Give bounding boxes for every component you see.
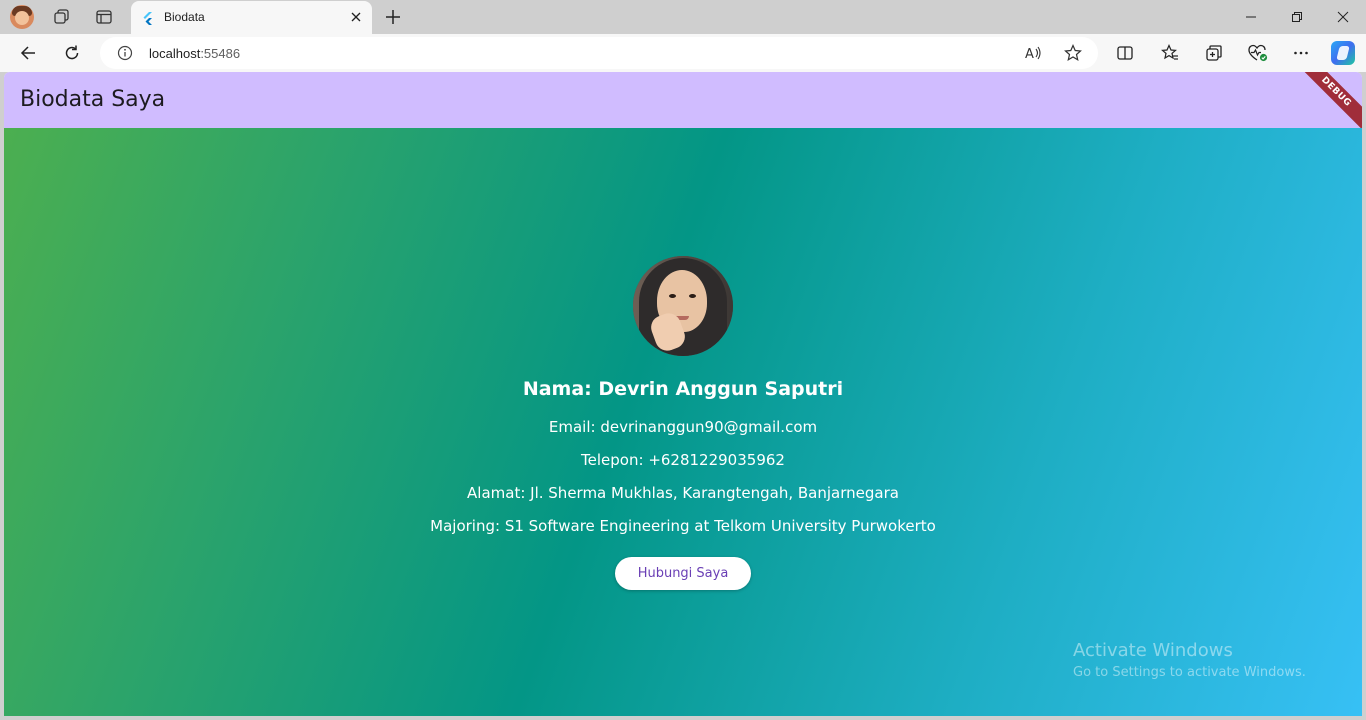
- url-host: localhost: [149, 46, 201, 61]
- flutter-favicon-icon: [143, 12, 152, 25]
- app-title: Biodata Saya: [20, 87, 166, 112]
- browser-essentials-icon[interactable]: [1247, 42, 1269, 64]
- gradient-body: Nama: Devrin Anggun Saputri Email: devri…: [4, 128, 1362, 716]
- watermark-subtitle: Go to Settings to activate Windows.: [1073, 665, 1306, 680]
- contact-button[interactable]: Hubungi Saya: [615, 557, 751, 590]
- app-bar: Biodata Saya DEBUG: [4, 72, 1362, 141]
- favorite-star-icon[interactable]: [1063, 43, 1083, 63]
- windows-activation-watermark: Activate Windows Go to Settings to activ…: [1073, 640, 1306, 680]
- photo-left-eye: [669, 294, 676, 298]
- close-tab-icon[interactable]: [348, 9, 364, 25]
- close-window-icon[interactable]: [1320, 0, 1366, 34]
- browser-toolbar: localhost:55486 A: [0, 34, 1366, 72]
- watermark-title: Activate Windows: [1073, 640, 1233, 661]
- workspaces-icon[interactable]: [50, 6, 74, 28]
- svg-text:A: A: [1025, 47, 1034, 62]
- address-bar[interactable]: localhost:55486 A: [100, 37, 1098, 69]
- tab-title: Biodata: [164, 10, 205, 24]
- vertical-tabs-icon[interactable]: [92, 6, 116, 28]
- tab-strip: Biodata: [0, 0, 1366, 34]
- split-screen-icon[interactable]: [1114, 42, 1136, 64]
- profile-address: Alamat: Jl. Sherma Mukhlas, Karangtengah…: [467, 484, 899, 502]
- profile-phone: Telepon: +6281229035962: [581, 451, 785, 469]
- refresh-icon[interactable]: [61, 42, 83, 64]
- new-tab-icon[interactable]: [382, 6, 404, 28]
- favorites-icon[interactable]: [1159, 42, 1181, 64]
- tab-biodata[interactable]: Biodata: [131, 1, 372, 34]
- profile-email: Email: devrinanggun90@gmail.com: [548, 418, 818, 436]
- photo-right-eye: [689, 294, 696, 298]
- profile-name: Nama: Devrin Anggun Saputri: [522, 378, 844, 400]
- profile-face: [15, 11, 29, 25]
- more-options-icon[interactable]: [1290, 42, 1312, 64]
- url-port: :55486: [200, 46, 241, 61]
- minimize-icon[interactable]: [1228, 0, 1274, 34]
- copilot-icon[interactable]: [1331, 41, 1355, 65]
- profile-avatar-icon[interactable]: [10, 5, 34, 29]
- collections-icon[interactable]: [1203, 42, 1225, 64]
- back-arrow-icon[interactable]: [17, 42, 39, 64]
- profile-major: Majoring: S1 Software Engineering at Tel…: [430, 517, 936, 535]
- site-info-icon[interactable]: [117, 45, 133, 61]
- page-viewport: Biodata Saya DEBUG Nama: Devrin Anggun S…: [4, 72, 1362, 716]
- url-text[interactable]: localhost:55486: [149, 46, 240, 61]
- restore-icon[interactable]: [1274, 0, 1320, 34]
- read-aloud-icon[interactable]: A: [1023, 43, 1043, 63]
- profile-photo: [633, 256, 733, 356]
